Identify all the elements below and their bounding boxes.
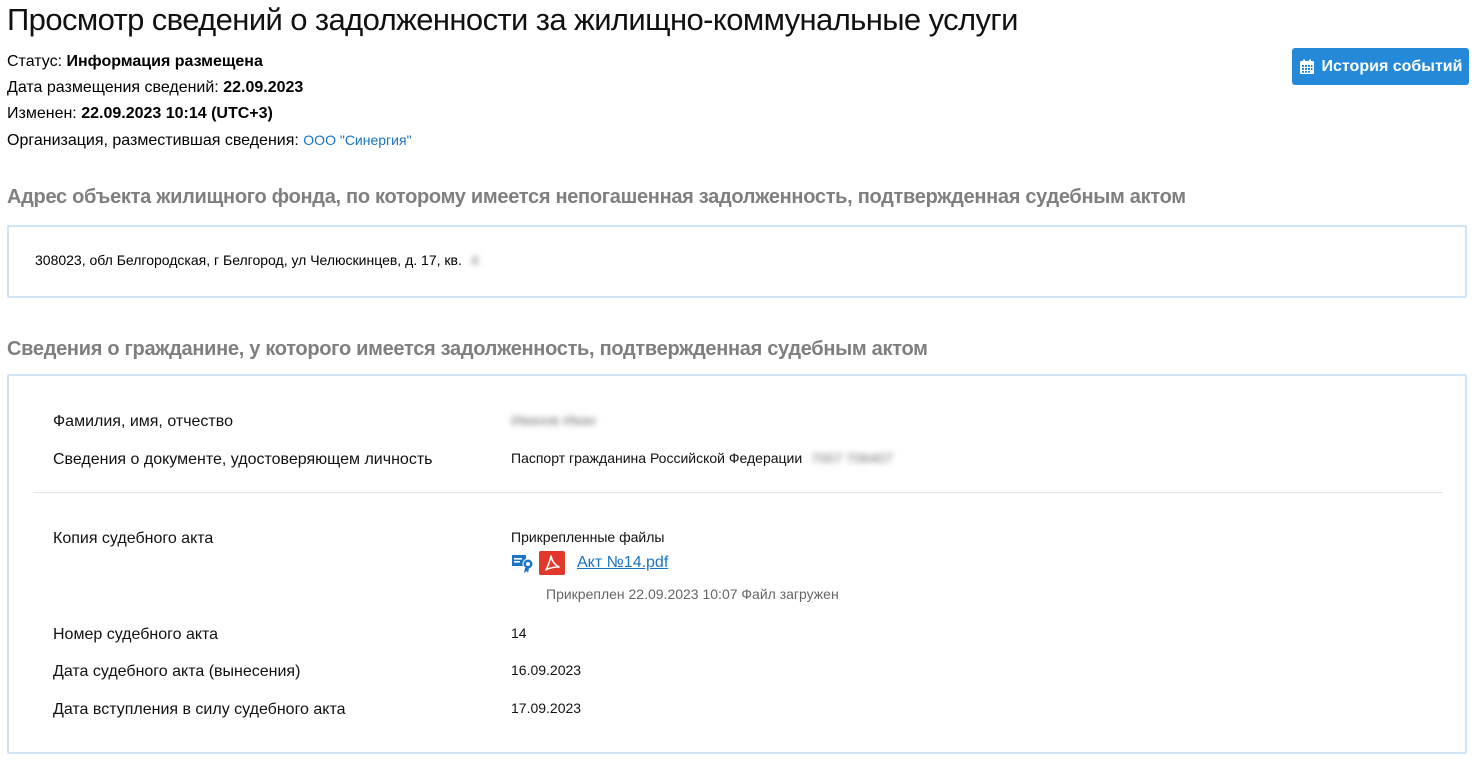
section-divider	[33, 492, 1443, 493]
status-row: Статус: Информация размещена	[7, 49, 412, 75]
act-number-value: 14	[511, 625, 527, 641]
date-row: Дата размещения сведений: 22.09.2023	[7, 75, 412, 101]
fio-value-hidden: Иванов Иван	[511, 412, 596, 428]
address-value: 308023, обл Белгородская, г Белгород, ул…	[35, 252, 462, 268]
organization-link[interactable]: ООО "Синергия"	[303, 132, 411, 148]
doc-type: Паспорт гражданина Российской Федерации	[511, 450, 803, 466]
pdf-file-icon[interactable]	[539, 551, 565, 575]
act-effective-value: 17.09.2023	[511, 700, 582, 716]
organization-label: Организация, разместившая сведения:	[7, 132, 299, 149]
act-number-label: Номер судебного акта	[53, 626, 219, 643]
doc-label: Сведения о документе, удостоверяющем лич…	[53, 451, 433, 468]
address-section-title: Адрес объекта жилищного фонда, по которо…	[7, 186, 1186, 208]
organization-row: Организация, разместившая сведения: ООО …	[7, 127, 412, 154]
address-text: 308023, обл Белгородская, г Белгород, ул…	[35, 252, 479, 268]
fio-label: Фамилия, имя, отчество	[53, 413, 233, 430]
act-date-value: 16.09.2023	[511, 662, 582, 678]
changed-label: Изменен:	[7, 105, 77, 122]
record-meta: Статус: Информация размещена Дата размещ…	[7, 49, 412, 154]
signature-certificate-icon[interactable]	[511, 552, 535, 574]
date-value: 22.09.2023	[223, 79, 304, 96]
calendar-icon	[1299, 59, 1315, 75]
history-button[interactable]: История событий	[1292, 48, 1469, 85]
fio-value: Иванов Иван	[506, 412, 596, 428]
citizen-box: Фамилия, имя, отчество Иванов Иван Сведе…	[7, 374, 1467, 754]
doc-value: Паспорт гражданина Российской Федерации …	[511, 450, 893, 466]
status-label: Статус:	[7, 53, 63, 70]
page-title: Просмотр сведений о задолженности за жил…	[7, 2, 1018, 37]
status-value: Информация размещена	[66, 53, 263, 70]
act-date-label: Дата судебного акта (вынесения)	[53, 663, 301, 680]
changed-row: Изменен: 22.09.2023 10:14 (UTC+3)	[7, 101, 412, 127]
history-button-label: История событий	[1321, 57, 1463, 75]
citizen-section-title: Сведения о гражданине, у которого имеетс…	[7, 338, 928, 360]
doc-number-hidden: 7007 706407	[811, 450, 893, 466]
date-label: Дата размещения сведений:	[7, 79, 219, 96]
file-note: Прикреплен 22.09.2023 10:07 Файл загруже…	[546, 586, 839, 602]
address-hidden-apartment: 4	[470, 252, 479, 268]
copy-label: Копия судебного акта	[53, 530, 214, 547]
changed-value: 22.09.2023 10:14 (UTC+3)	[81, 105, 273, 122]
file-row: Акт №14.pdf	[511, 551, 668, 575]
attached-files-label: Прикрепленные файлы	[511, 529, 665, 545]
file-link-akt[interactable]: Акт №14.pdf	[577, 554, 668, 572]
address-box: 308023, обл Белгородская, г Белгород, ул…	[7, 225, 1467, 298]
act-effective-label: Дата вступления в силу судебного акта	[53, 701, 346, 718]
